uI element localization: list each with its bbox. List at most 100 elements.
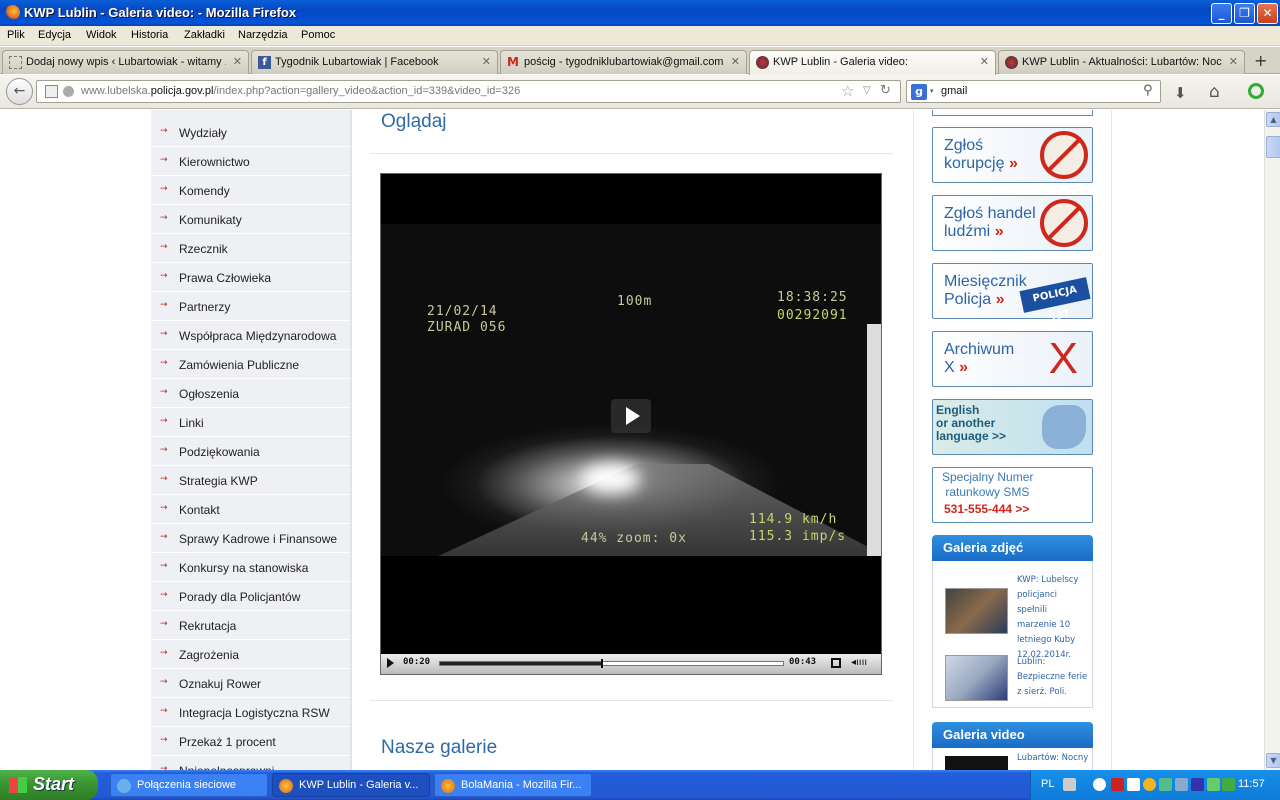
close-tab-icon[interactable]: ✕ bbox=[233, 55, 242, 68]
fullscreen-icon[interactable] bbox=[831, 658, 841, 668]
close-tab-icon[interactable]: ✕ bbox=[482, 55, 491, 68]
close-tab-icon[interactable]: ✕ bbox=[731, 55, 740, 68]
menu-historia[interactable]: Historia bbox=[131, 29, 168, 41]
sidebar-item[interactable]: → Sprawy Kadrowe i Finansowe bbox=[151, 524, 350, 553]
gallery-thumbnail[interactable] bbox=[945, 655, 1008, 701]
magnifier-icon[interactable]: ⚲ bbox=[1143, 83, 1153, 98]
bookmarks-panel-icon[interactable] bbox=[45, 85, 58, 98]
tab-lubartowiak-wp[interactable]: Dodaj nowy wpis ‹ Lubartowiak - witamy .… bbox=[2, 50, 249, 74]
task-firefox-kwp[interactable]: KWP Lublin - Galeria v... bbox=[272, 773, 430, 797]
sidebar-item[interactable]: → Rekrutacja bbox=[151, 611, 350, 640]
sidebar-item[interactable]: → Zamówienia Publiczne bbox=[151, 350, 350, 379]
banner-miesiecznik-policja[interactable]: Miesięcznik Policja » POLICJA 997 bbox=[932, 263, 1093, 324]
task-network-connections[interactable]: Połączenia sieciowe bbox=[110, 773, 268, 797]
scroll-up-icon[interactable]: ▲ bbox=[1266, 112, 1280, 127]
chevron-down-icon[interactable]: ▾ bbox=[930, 87, 934, 95]
sidebar-item[interactable]: → Zagrożenia bbox=[151, 640, 350, 669]
tab-kwp-aktualnosci[interactable]: KWP Lublin - Aktualności: Lubartów: Noc.… bbox=[998, 50, 1245, 74]
sidebar-item[interactable]: → Strategia KWP bbox=[151, 466, 350, 495]
download-icon[interactable]: ⬇ bbox=[1174, 84, 1187, 102]
start-button[interactable]: Start bbox=[0, 770, 98, 800]
page-scrollbar[interactable]: ▲ ▼ bbox=[1264, 110, 1280, 770]
sidebar-item[interactable]: → Rzecznik bbox=[151, 234, 350, 263]
sidebar-item[interactable]: → Współpraca Międzynarodowa bbox=[151, 321, 350, 350]
scroll-down-icon[interactable]: ▼ bbox=[1266, 753, 1280, 768]
seek-handle[interactable] bbox=[601, 659, 604, 668]
sidebar-item[interactable]: → Prawa Człowieka bbox=[151, 263, 350, 292]
gallery-item-link[interactable]: KWP: Lubelscy policjanci spełnili marzen… bbox=[1017, 573, 1089, 663]
menu-widok[interactable]: Widok bbox=[86, 29, 117, 41]
gallery-item-link[interactable]: Lublin: Bezpieczne ferie z sierż. Poli. bbox=[1017, 655, 1089, 700]
home-icon[interactable]: ⌂ bbox=[1209, 82, 1220, 102]
banner-english[interactable]: English or another language >> bbox=[932, 399, 1093, 455]
sidebar-item[interactable]: → Komunikaty bbox=[151, 205, 350, 234]
tray-app-icon[interactable] bbox=[1159, 778, 1172, 791]
tab-label: Tygodnik Lubartowiak | Facebook bbox=[275, 56, 439, 68]
osd-zoom: 44% zoom: 0x bbox=[581, 531, 687, 546]
chevron-down-icon[interactable]: ▽ bbox=[863, 85, 871, 96]
sidebar-item[interactable]: → Oznakuj Rower bbox=[151, 669, 350, 698]
sidebar-item[interactable]: → Wydziały bbox=[151, 118, 350, 147]
minimize-button[interactable]: _ bbox=[1211, 3, 1232, 24]
scroll-thumb[interactable] bbox=[1266, 136, 1280, 158]
close-tab-icon[interactable]: ✕ bbox=[980, 55, 989, 68]
tab-bar: Dodaj nowy wpis ‹ Lubartowiak - witamy .… bbox=[0, 47, 1280, 75]
sidebar-item[interactable]: → Komendy bbox=[151, 176, 350, 205]
back-button[interactable]: ← bbox=[6, 78, 33, 105]
close-window-button[interactable]: ✕ bbox=[1257, 3, 1278, 24]
play-button[interactable] bbox=[387, 658, 394, 668]
keyboard-icon[interactable] bbox=[1063, 778, 1076, 791]
tab-kwp-galeria[interactable]: KWP Lublin - Galeria video: ✕ bbox=[749, 50, 996, 75]
video-link[interactable]: Lubartów: Nocny bbox=[1017, 753, 1088, 763]
video-thumbnail[interactable] bbox=[945, 756, 1008, 770]
tray-app-icon[interactable] bbox=[1143, 778, 1156, 791]
menu-pomoc[interactable]: Pomoc bbox=[301, 29, 335, 41]
tab-facebook[interactable]: f Tygodnik Lubartowiak | Facebook ✕ bbox=[251, 50, 498, 74]
reload-icon[interactable]: ↻ bbox=[880, 83, 891, 98]
menu-plik[interactable]: Plik bbox=[7, 29, 25, 41]
address-bar[interactable]: www.lubelska.policja.gov.pl/index.php?ac… bbox=[36, 80, 901, 103]
sidebar-item[interactable]: → Integracja Logistyczna RSW bbox=[151, 698, 350, 727]
tray-app-icon[interactable] bbox=[1191, 778, 1204, 791]
restore-button[interactable]: ❐ bbox=[1234, 3, 1255, 24]
tab-gmail[interactable]: M pościg - tygodniklubartowiak@gmail.com… bbox=[500, 50, 747, 74]
banner-sms[interactable]: Specjalny Numer ratunkowy SMS 531-555-44… bbox=[932, 467, 1093, 523]
banner-zglos-handel[interactable]: Zgłoś handel ludźmi » bbox=[932, 195, 1093, 251]
sync-icon[interactable] bbox=[1248, 83, 1264, 99]
video-player[interactable]: 21/02/14 ZURAD 056 100m 18:38:25 0029209… bbox=[380, 173, 882, 675]
chevron-left-icon[interactable] bbox=[1093, 778, 1106, 791]
banner-archiwum-x[interactable]: Archiwum X » X bbox=[932, 331, 1093, 387]
sidebar-item[interactable]: → Partnerzy bbox=[151, 292, 350, 321]
sidebar-item[interactable]: → Przekaż 1 procent bbox=[151, 727, 350, 756]
tray-app-icon[interactable] bbox=[1207, 778, 1220, 791]
banner-zglos-korupcje[interactable]: Zgłoś korupcję » bbox=[932, 127, 1093, 183]
gallery-thumbnail[interactable] bbox=[945, 588, 1008, 634]
sidebar-item[interactable]: → Ogłoszenia bbox=[151, 379, 350, 408]
play-icon[interactable] bbox=[611, 399, 651, 433]
sidebar-item-label: Integracja Logistyczna RSW bbox=[179, 706, 330, 720]
acrobat-icon[interactable] bbox=[1111, 778, 1124, 791]
google-icon[interactable]: g bbox=[911, 84, 927, 100]
language-indicator[interactable]: PL bbox=[1041, 778, 1054, 790]
new-tab-button[interactable]: + bbox=[1254, 51, 1267, 70]
search-bar[interactable]: g ▾ gmail ⚲ bbox=[906, 80, 1161, 103]
star-icon[interactable]: ☆ bbox=[841, 82, 854, 100]
tray-app-icon[interactable] bbox=[1127, 778, 1140, 791]
menu-narzedzia[interactable]: Narzędzia bbox=[238, 29, 288, 41]
tray-app-icon[interactable] bbox=[1222, 778, 1235, 791]
sidebar-item[interactable]: →Nniepełnosprawni... bbox=[151, 756, 350, 770]
sidebar-item[interactable]: → Podziękowania bbox=[151, 437, 350, 466]
menu-zakladki[interactable]: Zakładki bbox=[184, 29, 225, 41]
sidebar-item[interactable]: → Kierownictwo bbox=[151, 147, 350, 176]
sidebar-item[interactable]: → Kontakt bbox=[151, 495, 350, 524]
task-firefox-bolamania[interactable]: BolaMania - Mozilla Fir... bbox=[434, 773, 592, 797]
video-frame[interactable]: 21/02/14 ZURAD 056 100m 18:38:25 0029209… bbox=[381, 224, 881, 556]
sidebar-item[interactable]: → Porady dla Policjantów bbox=[151, 582, 350, 611]
seek-bar[interactable] bbox=[439, 659, 784, 668]
close-tab-icon[interactable]: ✕ bbox=[1229, 55, 1238, 68]
volume-icon[interactable]: ◂ıııı bbox=[851, 657, 867, 668]
sidebar-item[interactable]: → Linki bbox=[151, 408, 350, 437]
tray-app-icon[interactable] bbox=[1175, 778, 1188, 791]
sidebar-item[interactable]: → Konkursy na stanowiska bbox=[151, 553, 350, 582]
menu-edycja[interactable]: Edycja bbox=[38, 29, 71, 41]
